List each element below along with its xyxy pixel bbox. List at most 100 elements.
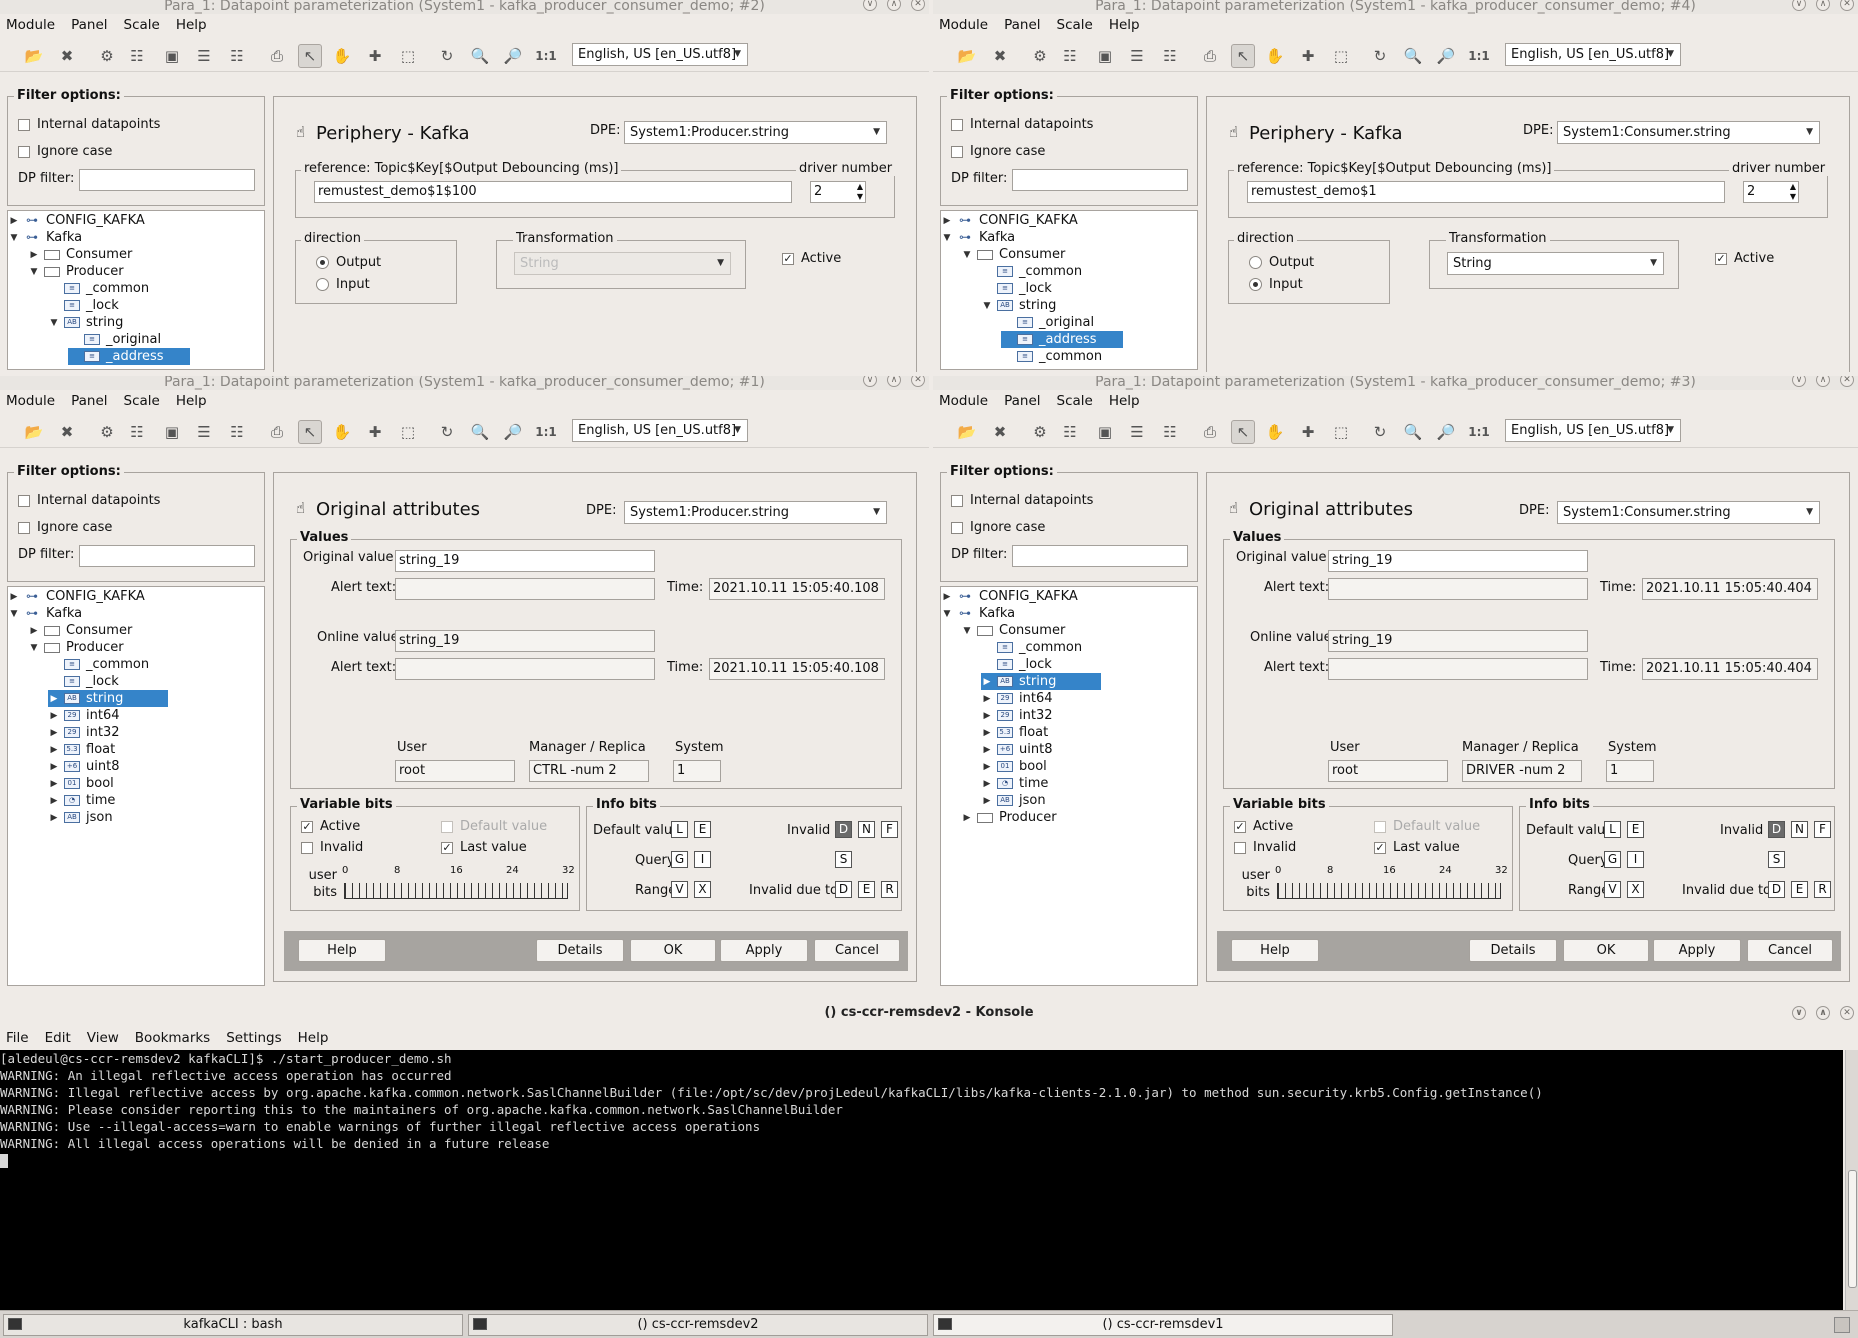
info-bit-l-button[interactable]: L [671, 821, 688, 838]
checkbox-box[interactable] [951, 521, 963, 534]
ignore-case-checkbox[interactable]: Ignore case [951, 520, 1045, 535]
chevron-right-icon[interactable]: ▶ [981, 762, 993, 772]
tree-item[interactable]: ▶ Consumer [28, 622, 133, 639]
tree-item[interactable]: ≡ _common [981, 639, 1082, 656]
datapoint-tree[interactable]: ▶ ⊶ CONFIG_KAFKA ▼ ⊶ Kafka ▼ Consumer ≡ _common ≡ _… [940, 210, 1198, 370]
network-icon[interactable]: ☰ [1125, 420, 1149, 444]
close-icon[interactable]: ✕ [1840, 376, 1854, 387]
info-bit-e-button[interactable]: E [858, 881, 875, 898]
active-checkbox[interactable]: ✓ Active [782, 251, 841, 266]
active-checkbox[interactable]: ✓ Active [1715, 251, 1774, 266]
tree-item[interactable]: ▼ ⊶ Kafka [8, 605, 83, 622]
menu-scale[interactable]: Scale [1057, 17, 1093, 33]
close-icon[interactable]: ✕ [1840, 1006, 1854, 1020]
details-button[interactable]: Details [1469, 939, 1557, 962]
language-select[interactable]: English, US [en_US.utf8] ▼ [1505, 419, 1681, 442]
info-bit-r-button[interactable]: R [881, 881, 898, 898]
ok-button[interactable]: OK [630, 939, 716, 962]
hand-icon[interactable]: ✋ [330, 44, 354, 68]
dpe-select[interactable]: System1:Consumer.string ▼ [1557, 121, 1820, 144]
tree-icon[interactable]: ☷ [1058, 420, 1082, 444]
tree-item[interactable]: ▶ 29 int64 [981, 690, 1053, 707]
chevron-right-icon[interactable]: ▶ [48, 694, 60, 704]
chevron-right-icon[interactable]: ▶ [981, 728, 993, 738]
minimize-icon[interactable]: ∨ [1792, 376, 1806, 387]
ok-button[interactable]: OK [1563, 939, 1649, 962]
open-folder-icon[interactable]: 📂 [22, 420, 46, 444]
checkbox-box[interactable] [441, 820, 453, 833]
active-bit-checkbox[interactable]: ✓ Active [301, 819, 360, 834]
topology-icon[interactable]: ☷ [225, 44, 249, 68]
tree-item[interactable]: ▶ AB string [48, 690, 168, 707]
internal-datapoints-checkbox[interactable]: Internal datapoints [951, 117, 1093, 132]
manager-replica-field[interactable]: DRIVER -num 2 [1462, 760, 1582, 782]
checkbox-box[interactable]: ✓ [441, 841, 453, 854]
tree-item[interactable]: ▶ ⊶ CONFIG_KAFKA [941, 588, 1078, 605]
chevron-right-icon[interactable]: ▶ [48, 728, 60, 738]
open-folder-icon[interactable]: 📂 [955, 44, 979, 68]
menu-scale[interactable]: Scale [124, 393, 160, 409]
checkbox-box[interactable]: ✓ [1715, 252, 1727, 265]
terminal-output[interactable]: [aledeul@cs-ccr-remsdev2 kafkaCLI]$ ./st… [0, 1050, 1843, 1310]
info-bit-x-button[interactable]: X [694, 881, 711, 898]
minimize-icon[interactable]: ∨ [1792, 0, 1806, 11]
tree-item[interactable]: ▶ AB json [981, 792, 1046, 809]
menu-module[interactable]: Module [939, 17, 988, 33]
tree-item[interactable]: ▶ 5.3 float [48, 741, 116, 758]
user-field[interactable]: root [1328, 760, 1448, 782]
chevron-right-icon[interactable]: ▶ [981, 796, 993, 806]
print-icon[interactable]: ⎙ [1198, 420, 1222, 444]
info-bit-g-button[interactable]: G [671, 851, 688, 868]
zoom-out-icon[interactable]: 🔎 [1434, 420, 1458, 444]
checkbox-box[interactable]: ✓ [782, 252, 794, 265]
output-radio[interactable]: Output [316, 255, 381, 270]
konsole-titlebar[interactable]: () cs-ccr-remsdev2 - Konsole ∨ ∧ ✕ [0, 1004, 1858, 1022]
spin-arrows-icon[interactable]: ▲ ▼ [1790, 182, 1796, 202]
hand-icon[interactable]: ✋ [330, 420, 354, 444]
info-bit-s-button[interactable]: S [1768, 851, 1785, 868]
dpe-select[interactable]: System1:Consumer.string ▼ [1557, 501, 1820, 524]
chevron-down-icon[interactable]: ▼ [981, 301, 993, 311]
maximize-icon[interactable]: ∧ [887, 0, 901, 11]
help-button[interactable]: Help [1231, 939, 1319, 962]
chevron-right-icon[interactable]: ▶ [28, 250, 40, 260]
tree-item[interactable]: ▶ 29 int32 [981, 707, 1053, 724]
alert-text-field[interactable] [395, 658, 655, 680]
chevron-right-icon[interactable]: ▶ [48, 779, 60, 789]
konsole-menu-file[interactable]: File [6, 1030, 29, 1046]
tree-item[interactable]: ▶ ⊶ CONFIG_KAFKA [8, 588, 145, 605]
zoom-reset-icon[interactable]: 1:1 [1467, 420, 1491, 444]
chevron-right-icon[interactable]: ▶ [981, 745, 993, 755]
tree-item[interactable]: ▼ ⊶ Kafka [941, 605, 1016, 622]
menu-scale[interactable]: Scale [124, 17, 160, 33]
default-value-bit-checkbox[interactable]: Default value [441, 819, 547, 834]
settings-icon[interactable]: ⚙ [1028, 420, 1052, 444]
checkbox-box[interactable] [1234, 841, 1246, 854]
tree-icon[interactable]: ☷ [1058, 44, 1082, 68]
scrollbar-thumb[interactable] [1848, 1170, 1857, 1288]
minimize-icon[interactable]: ∨ [863, 0, 877, 11]
chevron-right-icon[interactable]: ▶ [941, 216, 953, 226]
info-bit-v-button[interactable]: V [671, 881, 688, 898]
details-button[interactable]: Details [536, 939, 624, 962]
konsole-menu-view[interactable]: View [87, 1030, 119, 1046]
print-icon[interactable]: ⎙ [1198, 44, 1222, 68]
pointer-icon[interactable]: ↖ [298, 44, 322, 68]
tree-item[interactable]: ▼ ⊶ Kafka [8, 229, 83, 246]
menu-panel[interactable]: Panel [71, 17, 107, 33]
open-folder-icon[interactable]: 📂 [22, 44, 46, 68]
tree-item[interactable]: ▶ ⊶ CONFIG_KAFKA [941, 212, 1078, 229]
apply-button[interactable]: Apply [720, 939, 808, 962]
original-value-field[interactable]: string_19 [1328, 550, 1588, 572]
pointer-icon[interactable]: ↖ [1231, 420, 1255, 444]
tree-item[interactable]: ▶ 5.3 float [981, 724, 1049, 741]
online-value-field[interactable]: string_19 [395, 630, 655, 652]
chevron-down-icon[interactable]: ▼ [48, 318, 60, 328]
reference-input[interactable]: remustest_demo$1$100 [314, 181, 792, 203]
chevron-right-icon[interactable]: ▶ [48, 745, 60, 755]
time-field[interactable]: 2021.10.11 15:05:40.108 [709, 658, 885, 680]
zoom-out-icon[interactable]: 🔎 [1434, 44, 1458, 68]
window-titlebar[interactable]: Para_1: Datapoint parameterization (Syst… [0, 376, 929, 390]
close-panel-icon[interactable]: ✖ [55, 44, 79, 68]
zoom-reset-icon[interactable]: 1:1 [1467, 44, 1491, 68]
